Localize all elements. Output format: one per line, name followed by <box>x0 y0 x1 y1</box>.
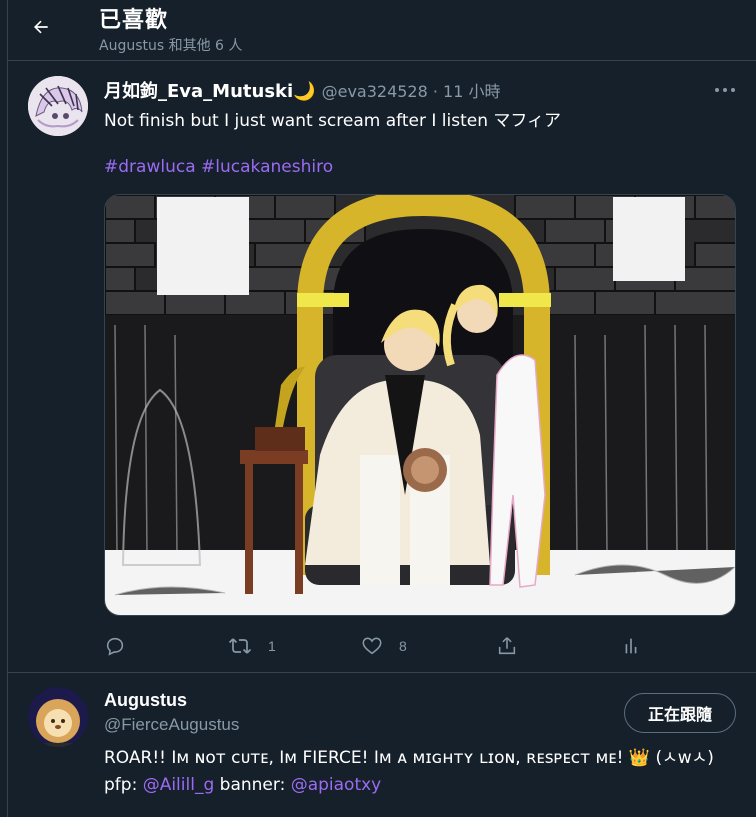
pfp-credit-link[interactable]: @Ailill_g <box>143 775 215 795</box>
page-title: 已喜歡 <box>99 8 169 33</box>
hashtag-link[interactable]: #lucakaneshiro <box>201 157 333 177</box>
page-header: 已喜歡 Augustus 和其他 6 人 <box>8 0 756 60</box>
retweet-icon <box>228 638 252 654</box>
retweet-button[interactable]: 1 <box>228 631 276 661</box>
bio-face: (ㅅwㅅ) <box>655 748 714 768</box>
tweet-text: Not finish but I just want scream after … <box>104 111 562 131</box>
analytics-bars-icon <box>625 638 637 654</box>
analytics-button[interactable] <box>620 631 642 661</box>
banner-label: banner: <box>219 775 286 795</box>
tweet-author-row: 月如鉤_Eva_Mutuski🌙 @eva324528 · 11 小時 <box>104 77 501 103</box>
back-button[interactable] <box>26 12 56 42</box>
tweet-image[interactable] <box>104 194 736 616</box>
page-subtitle: Augustus 和其他 6 人 <box>99 38 243 54</box>
share-icon <box>498 637 516 655</box>
tweet-actions: 1 8 <box>104 631 734 661</box>
crown-emoji: 👑 <box>628 748 651 768</box>
user-cell[interactable]: Augustus @FierceAugustus 正在跟隨 ROAR!! Iᴍ … <box>8 673 756 817</box>
user-display-name[interactable]: Augustus <box>104 690 187 711</box>
following-button[interactable]: 正在跟隨 <box>624 693 736 733</box>
arrow-left-icon <box>34 20 48 34</box>
user-bio: ROAR!! Iᴍ ɴᴏᴛ ᴄᴜᴛᴇ, Iᴍ FIERCE! Iᴍ ᴀ ᴍɪɢʜ… <box>104 745 744 799</box>
user-avatar-image <box>28 687 88 747</box>
more-options-button[interactable] <box>714 79 736 100</box>
more-dots-icon <box>715 88 735 92</box>
bio-text: ROAR!! Iᴍ ɴᴏᴛ ᴄᴜᴛᴇ, Iᴍ FIERCE! Iᴍ ᴀ ᴍɪɢʜ… <box>104 748 624 768</box>
share-button[interactable] <box>496 631 518 661</box>
tweet[interactable]: 月如鉤_Eva_Mutuski🌙 @eva324528 · 11 小時 Not … <box>8 61 756 671</box>
tweet-author-handle-time[interactable]: @eva324528 · 11 小時 <box>322 78 501 102</box>
user-avatar[interactable] <box>28 687 88 747</box>
author-avatar-image <box>28 76 88 136</box>
retweet-count: 1 <box>268 638 276 654</box>
tweet-author-name[interactable]: 月如鉤_Eva_Mutuski🌙 <box>104 77 316 103</box>
tweet-hashtags: #drawluca #lucakaneshiro <box>104 157 333 177</box>
reply-button[interactable] <box>104 631 126 661</box>
reply-bubble-icon <box>106 637 124 656</box>
hashtag-link[interactable]: #drawluca <box>104 157 196 177</box>
pfp-label: pfp: <box>104 775 138 795</box>
user-handle[interactable]: @FierceAugustus <box>104 715 239 735</box>
heart-icon <box>362 637 382 655</box>
banner-credit-link[interactable]: @apiaotxy <box>291 775 382 795</box>
tweet-artwork <box>105 195 735 615</box>
like-count: 8 <box>399 638 407 654</box>
author-avatar[interactable] <box>28 76 88 136</box>
like-button[interactable]: 8 <box>361 631 407 661</box>
